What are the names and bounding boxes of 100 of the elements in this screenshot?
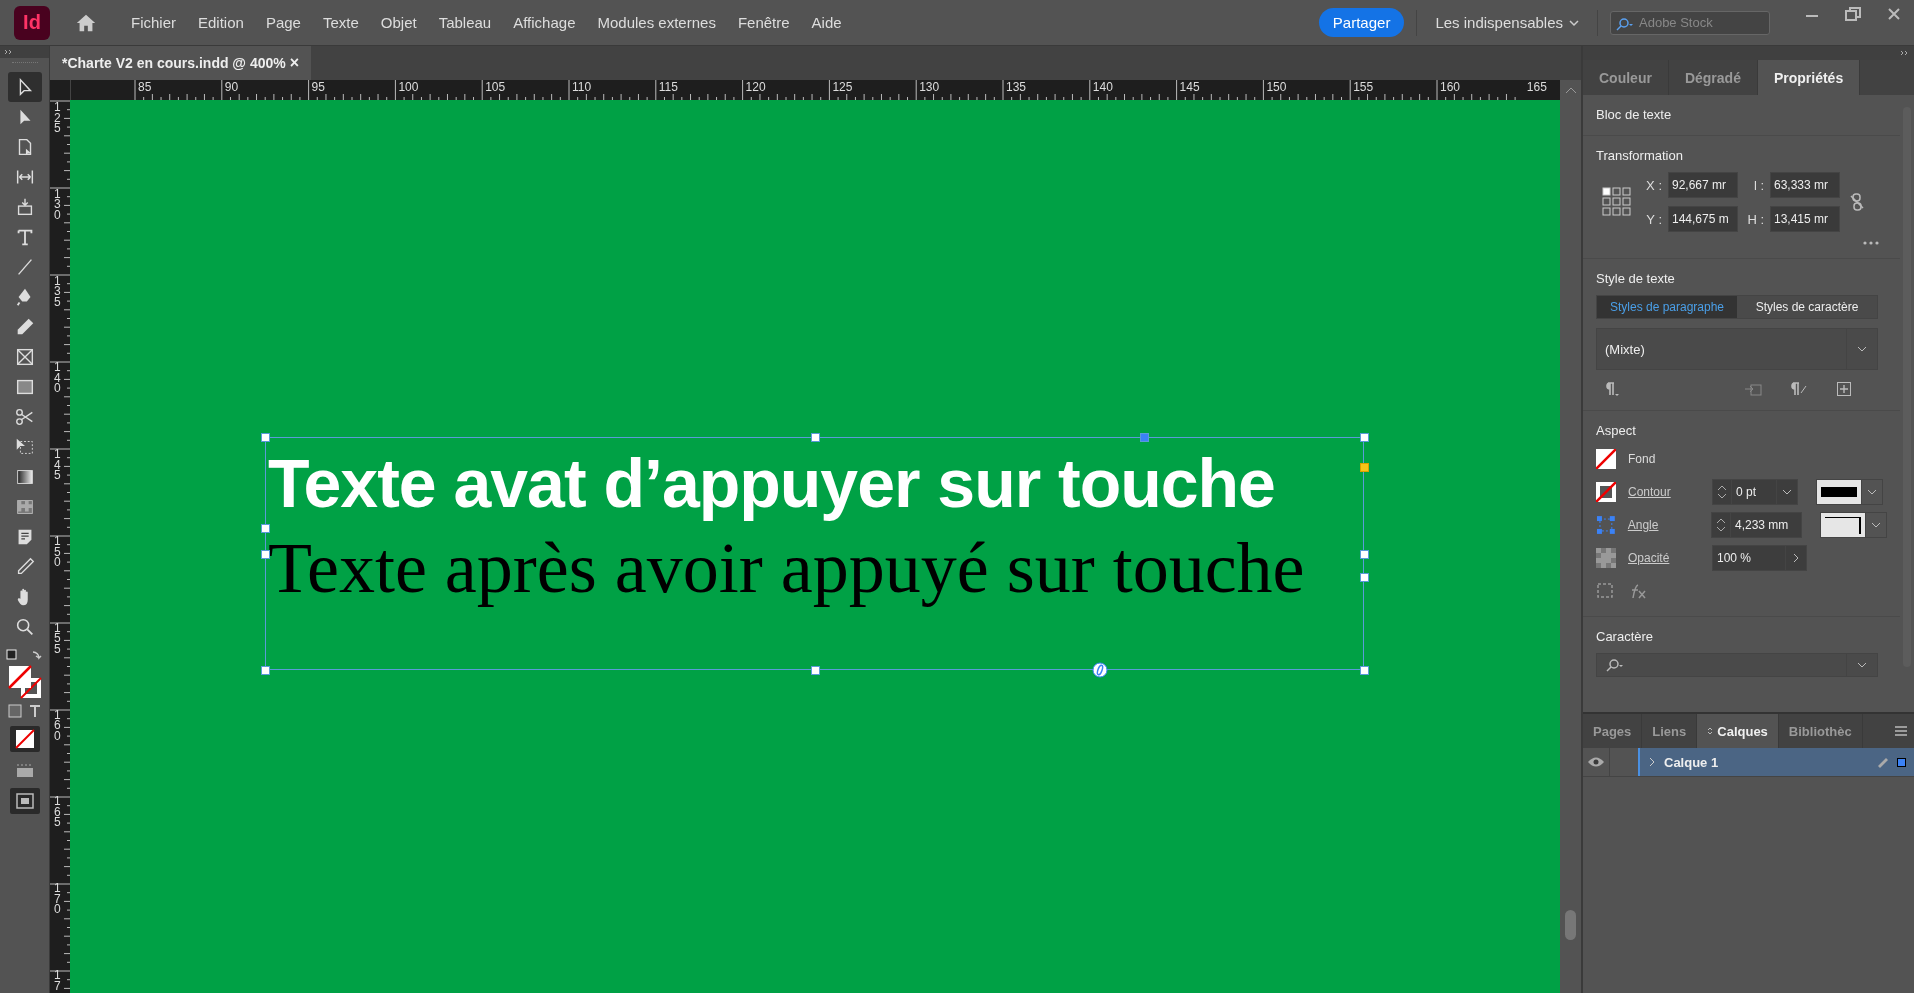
collapse-icon[interactable] (1900, 50, 1910, 56)
panel-tab[interactable]: Propriétés (1757, 60, 1861, 95)
style-tab[interactable]: Styles de caractère (1737, 296, 1877, 318)
fill-stroke-swatch-icon[interactable] (4, 648, 45, 700)
input-field[interactable]: 13,415 mr (1770, 206, 1840, 232)
layer-color-icon (1897, 757, 1906, 767)
text-mode-icon[interactable] (27, 704, 42, 718)
panel-tab[interactable]: Dégradé (1668, 60, 1758, 95)
workspace-dropdown[interactable]: Les indispensables (1429, 13, 1585, 32)
corner-options-handle[interactable] (1360, 463, 1369, 473)
restore-icon[interactable] (1844, 6, 1862, 22)
resize-handle[interactable] (1360, 666, 1369, 675)
search-field[interactable]: Adobe Stock (1610, 10, 1770, 35)
reference-point-icon[interactable] (1602, 187, 1632, 217)
font-search-field[interactable] (1596, 653, 1878, 677)
ruler-label: 120 (745, 80, 766, 94)
panel-menu-icon[interactable] (1894, 726, 1908, 736)
layer-row[interactable]: Calque 1 (1640, 748, 1914, 776)
unlinked-chain-icon[interactable] (1850, 193, 1864, 211)
menu-item[interactable]: Page (254, 14, 312, 31)
corner-size-field[interactable]: 4,233 mm (1711, 512, 1802, 538)
share-button[interactable]: Partager (1318, 8, 1405, 37)
menu-item[interactable]: Edition (187, 14, 255, 31)
more-icon[interactable] (1863, 241, 1879, 245)
stroke-type-dropdown[interactable] (1816, 479, 1883, 505)
new-style-icon[interactable] (1836, 381, 1852, 397)
ruler-label: 17 (54, 970, 61, 992)
frame-fitting-icon[interactable] (1596, 582, 1616, 600)
spinner-arrows-icon[interactable] (1716, 517, 1726, 533)
panel-tab[interactable]: Couleur (1583, 60, 1669, 95)
ruler-label: 160 (1440, 80, 1460, 94)
resize-handle[interactable] (810, 433, 820, 442)
corner-icon[interactable] (1596, 516, 1616, 534)
corner-link[interactable]: Angle (1627, 518, 1693, 532)
body-text: Texte après avoir appuyé sur touche (268, 527, 1306, 610)
menu-item[interactable]: Affichage (502, 14, 587, 31)
panel-tab[interactable]: Pages (1583, 714, 1643, 748)
input-field[interactable]: 92,667 mr (1668, 172, 1738, 198)
resize-handle[interactable] (1360, 549, 1369, 559)
chevron-right-icon[interactable] (1793, 553, 1799, 563)
menu-item[interactable]: Objet (369, 14, 428, 31)
resize-handle[interactable] (810, 666, 820, 675)
spinner-arrows-icon[interactable] (1717, 484, 1727, 500)
text-frame[interactable]: Texte avat d’appuyer sur touche Texte après avoir appuyé sur touche (265, 437, 1364, 670)
menu-item[interactable]: Aide (800, 14, 853, 31)
input-field[interactable]: 63,333 mr (1770, 172, 1840, 198)
screen-mode-icon[interactable] (9, 788, 40, 814)
anchor-icon[interactable] (1092, 662, 1109, 678)
menu-item[interactable]: Modules externes (586, 14, 727, 31)
stroke-weight-field[interactable]: 0 pt (1712, 479, 1798, 505)
menu-item[interactable]: Texte (311, 14, 370, 31)
ruler-label: 140 (54, 362, 61, 395)
ruler-label: 135 (54, 275, 61, 308)
ruler-label: 150 (1266, 80, 1287, 94)
stroke-link[interactable]: Contour (1628, 485, 1694, 499)
menu-item[interactable]: Fenêtre (726, 14, 801, 31)
search-icon (1605, 658, 1625, 672)
ruler-label: 95 (311, 80, 325, 94)
close-icon[interactable] (1886, 6, 1902, 22)
collapse-icon[interactable] (4, 49, 14, 55)
resize-handle[interactable] (261, 549, 270, 559)
container-mode-icon[interactable] (7, 704, 22, 718)
resize-handle[interactable] (1360, 572, 1369, 582)
selection-tool[interactable] (7, 72, 42, 102)
ruler-label: 165 (54, 796, 61, 829)
close-tab-button[interactable]: × (289, 54, 300, 72)
apply-none-icon[interactable] (9, 726, 40, 752)
field-label: l : (1752, 177, 1764, 193)
ruler-label: 105 (485, 80, 506, 94)
ruler-label: 115 (658, 80, 678, 94)
resize-handle[interactable] (1360, 433, 1369, 442)
menu-item[interactable]: Tableau (427, 14, 503, 31)
style-dropdown[interactable]: (Mixte) (1596, 328, 1878, 370)
resize-handle[interactable] (261, 433, 270, 442)
chevron-down-icon (1569, 18, 1579, 27)
input-field[interactable]: 144,675 m (1668, 206, 1738, 232)
section-title: Aspect (1596, 423, 1637, 438)
ruler-label: 110 (572, 80, 592, 94)
heading-text: Texte avat d’appuyer sur touche (268, 444, 1276, 523)
opacity-field[interactable]: 100 % (1712, 545, 1807, 571)
scroll-up-icon[interactable] (1564, 86, 1577, 94)
corner-shape-dropdown[interactable] (1820, 512, 1887, 538)
stroke-none-swatch-icon[interactable] (1596, 482, 1616, 502)
chevron-right-icon[interactable] (1648, 757, 1656, 767)
chevron-down-icon (1857, 346, 1867, 352)
fill-label: Fond (1628, 452, 1657, 466)
ruler-label: 165 (1526, 80, 1547, 94)
opacity-link[interactable]: Opacité (1628, 551, 1694, 565)
resize-handle[interactable] (261, 666, 270, 675)
panel-tab[interactable]: Calques (1697, 714, 1779, 748)
ruler-label: 145 (1179, 80, 1200, 94)
fill-none-swatch-icon[interactable] (1596, 449, 1616, 469)
style-tab[interactable]: Styles de paragraphe (1597, 296, 1737, 318)
document-tab[interactable]: *Charte V2 en cours.indd @ 400% × (50, 46, 312, 80)
app-logo[interactable]: Id (14, 5, 50, 40)
resize-handle[interactable] (261, 523, 270, 533)
eye-icon[interactable] (1587, 756, 1605, 768)
menu-item[interactable]: Fichier (120, 14, 187, 31)
clear-override-icon[interactable] (1790, 381, 1808, 397)
threaded-port-handle[interactable] (1140, 433, 1150, 442)
